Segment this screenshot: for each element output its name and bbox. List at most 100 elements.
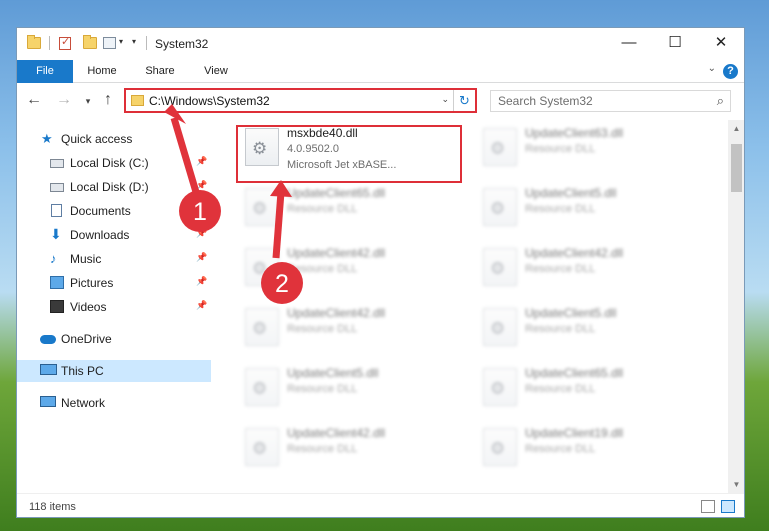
- list-item[interactable]: ⚙ UpdateClient5.dll Resource DLL: [477, 304, 709, 360]
- navigation-pane: ★ Quick access Local Disk (C:) 📌 Local D…: [17, 120, 211, 493]
- address-bar[interactable]: C:\Windows\System32 ⌄ ↻: [124, 88, 477, 113]
- downloads-icon: ⬇: [50, 226, 62, 242]
- tab-view[interactable]: View: [191, 60, 241, 83]
- tab-file[interactable]: File: [17, 60, 73, 83]
- sidebar-item-network[interactable]: Network: [17, 392, 211, 414]
- explorer-window: ▾ ▾ System32 — ☐ ✕ File Home Share View …: [16, 27, 745, 518]
- sidebar-item-downloads[interactable]: ⬇ Downloads 📌: [17, 224, 211, 246]
- pin-icon[interactable]: 📌: [196, 276, 207, 287]
- file-description: Resource DLL: [287, 203, 358, 215]
- sidebar-item-music[interactable]: ♪ Music 📌: [17, 248, 211, 270]
- file-description: Resource DLL: [525, 143, 596, 155]
- list-item[interactable]: ⚙ UpdateClient63.dll Resource DLL: [477, 124, 709, 180]
- list-item[interactable]: ⚙ UpdateClient42.dll Resource DLL: [239, 244, 471, 300]
- search-icon[interactable]: ⌕: [717, 93, 724, 109]
- file-name: UpdateClient42.dll: [287, 306, 386, 320]
- address-dropdown-icon[interactable]: ⌄: [441, 94, 449, 105]
- file-name: UpdateClient5.dll: [525, 186, 617, 200]
- sidebar-item-label: This PC: [61, 364, 104, 378]
- list-item[interactable]: ⚙ UpdateClient42.dll Resource DLL: [477, 244, 709, 300]
- cloud-icon: [40, 335, 56, 344]
- pin-icon[interactable]: 📌: [196, 228, 207, 239]
- refresh-icon[interactable]: ↻: [453, 90, 475, 111]
- pictures-icon: [50, 276, 64, 289]
- tab-share[interactable]: Share: [135, 60, 185, 83]
- pin-icon[interactable]: 📌: [196, 180, 207, 191]
- gear-icon: ⚙: [252, 259, 268, 278]
- file-description: Resource DLL: [287, 383, 358, 395]
- list-item[interactable]: ⚙ UpdateClient65.dll Resource DLL: [239, 184, 471, 240]
- help-icon[interactable]: ?: [723, 64, 738, 79]
- quick-access-toolbar-dropdown-icon[interactable]: ▾: [132, 37, 136, 46]
- file-name: UpdateClient63.dll: [525, 126, 624, 140]
- sidebar-item-quick-access[interactable]: ★ Quick access: [17, 128, 211, 150]
- sidebar-item-videos[interactable]: Videos 📌: [17, 296, 211, 318]
- toolbar-separator: [49, 36, 50, 50]
- sidebar-item-this-pc[interactable]: This PC: [17, 360, 211, 382]
- close-button[interactable]: ✕: [698, 28, 744, 58]
- vertical-scrollbar[interactable]: ▲ ▼: [728, 120, 744, 493]
- file-description: Resource DLL: [525, 383, 596, 395]
- list-item[interactable]: ⚙ UpdateClient19.dll Resource DLL: [477, 424, 709, 480]
- dll-file-icon: ⚙: [245, 188, 279, 226]
- tab-home[interactable]: Home: [77, 60, 127, 83]
- list-item[interactable]: ⚙ UpdateClient42.dll Resource DLL: [239, 304, 471, 360]
- recent-locations-chevron-icon[interactable]: ▾: [79, 92, 97, 110]
- music-icon: ♪: [50, 251, 57, 266]
- list-item[interactable]: ⚙ UpdateClient5.dll Resource DLL: [239, 364, 471, 420]
- customize-icon[interactable]: [103, 37, 116, 49]
- list-item[interactable]: ⚙ UpdateClient42.dll Resource DLL: [239, 424, 471, 480]
- sidebar-item-label: OneDrive: [61, 332, 112, 346]
- address-path[interactable]: C:\Windows\System32: [149, 94, 270, 108]
- pin-icon[interactable]: 📌: [196, 252, 207, 263]
- list-item[interactable]: ⚙ UpdateClient5.dll Resource DLL: [477, 184, 709, 240]
- pin-icon[interactable]: 📌: [196, 204, 207, 215]
- file-name: UpdateClient5.dll: [525, 306, 617, 320]
- dll-file-icon: ⚙: [245, 428, 279, 466]
- address-folder-icon: [131, 95, 144, 106]
- file-description: Resource DLL: [525, 263, 596, 275]
- new-folder-icon[interactable]: [83, 35, 97, 49]
- expand-ribbon-icon[interactable]: ⌄: [708, 63, 716, 74]
- sidebar-item-onedrive[interactable]: OneDrive: [17, 328, 211, 350]
- gear-icon: ⚙: [490, 199, 506, 218]
- gear-icon: ⚙: [490, 439, 506, 458]
- search-input[interactable]: Search System32 ⌕: [490, 90, 731, 112]
- sidebar-item-label: Pictures: [70, 276, 114, 290]
- properties-check-icon[interactable]: [59, 35, 71, 50]
- gear-icon: ⚙: [252, 199, 268, 218]
- large-icons-view-icon[interactable]: [721, 500, 735, 513]
- item-count: 118 items: [29, 501, 76, 513]
- sidebar-item-pictures[interactable]: Pictures 📌: [17, 272, 211, 294]
- back-arrow-icon[interactable]: ←: [25, 91, 43, 109]
- scrollbar-thumb[interactable]: [731, 144, 742, 192]
- gear-icon: ⚙: [490, 259, 506, 278]
- gear-icon: ⚙: [252, 379, 268, 398]
- navigation-bar: ← → ▾ ↑ C:\Windows\System32 ⌄ ↻ Search S…: [17, 84, 744, 118]
- close-icon: ✕: [714, 34, 728, 51]
- forward-arrow-icon[interactable]: →: [55, 91, 73, 109]
- up-arrow-icon[interactable]: ↑: [99, 91, 117, 109]
- file-name: UpdateClient65.dll: [525, 366, 624, 380]
- computer-icon: [40, 364, 57, 375]
- folder-icon[interactable]: [27, 35, 41, 49]
- dll-file-icon: ⚙: [483, 128, 517, 166]
- sidebar-item-local-disk-c[interactable]: Local Disk (C:) 📌: [17, 152, 211, 174]
- gear-icon: ⚙: [252, 439, 268, 458]
- file-name: UpdateClient42.dll: [287, 246, 386, 260]
- pin-icon[interactable]: 📌: [196, 300, 207, 311]
- sidebar-item-local-disk-d[interactable]: Local Disk (D:) 📌: [17, 176, 211, 198]
- details-view-icon[interactable]: [701, 500, 715, 513]
- pin-icon[interactable]: 📌: [196, 156, 207, 167]
- chevron-down-icon[interactable]: ▾: [119, 37, 123, 46]
- list-item[interactable]: ⚙ UpdateClient65.dll Resource DLL: [477, 364, 709, 420]
- scroll-down-icon[interactable]: ▼: [728, 476, 744, 493]
- file-name: UpdateClient42.dll: [525, 246, 624, 260]
- file-name: UpdateClient19.dll: [525, 426, 624, 440]
- file-highlight-box: [236, 125, 462, 183]
- maximize-button[interactable]: ☐: [652, 28, 698, 58]
- sidebar-item-documents[interactable]: Documents 📌: [17, 200, 211, 222]
- minimize-button[interactable]: —: [606, 28, 652, 58]
- scroll-up-icon[interactable]: ▲: [728, 120, 744, 137]
- sidebar-item-label: Music: [70, 252, 102, 266]
